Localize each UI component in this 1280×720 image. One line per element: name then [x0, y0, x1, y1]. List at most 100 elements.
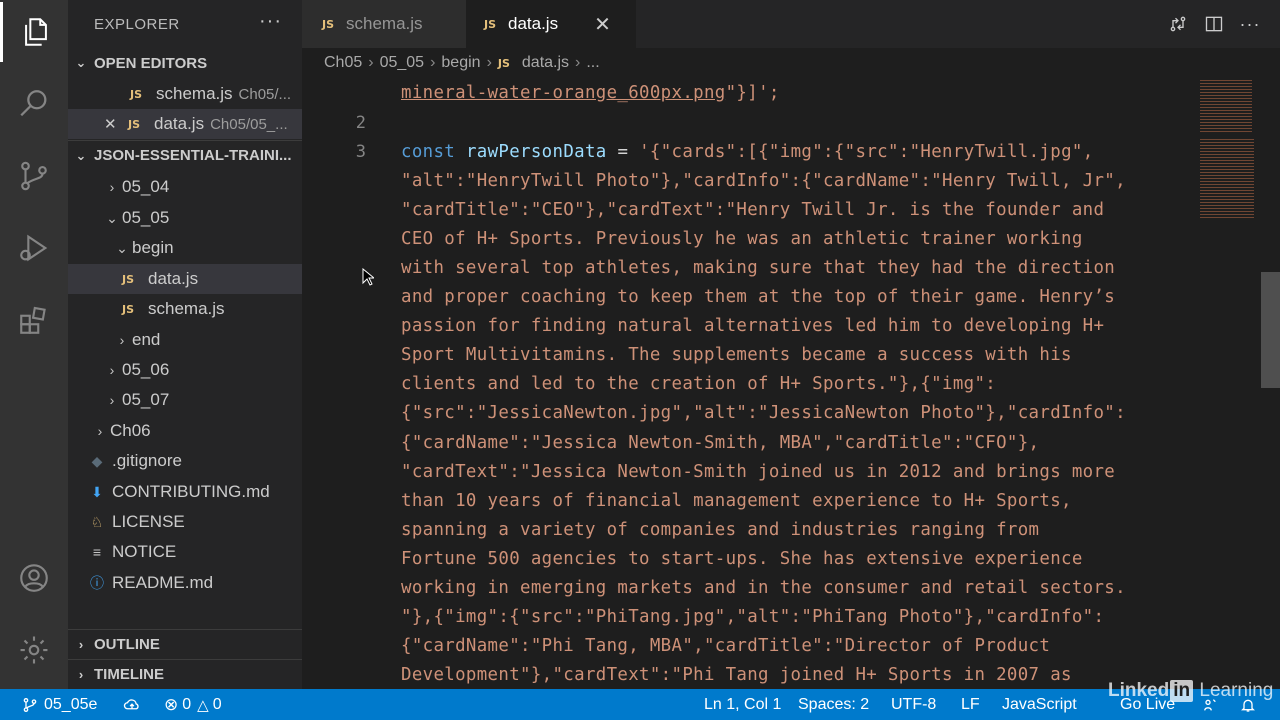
- js-file-icon: JS: [322, 17, 335, 31]
- tree-item-05-04[interactable]: › 05_04: [68, 172, 302, 202]
- tab-data-js[interactable]: JS data.js ✕: [466, 0, 636, 48]
- breadcrumb-item[interactable]: Ch05: [324, 54, 362, 72]
- language-mode[interactable]: JavaScript: [1002, 689, 1077, 720]
- branch-status[interactable]: 05_05e: [22, 689, 97, 720]
- tree-item-schema-js[interactable]: JS schema.js: [68, 294, 302, 324]
- code-string-link[interactable]: mineral-water-orange_600px.png: [401, 83, 726, 103]
- chevron-down-icon: ⌄: [75, 147, 87, 163]
- code-line: passion for finding natural alternatives…: [401, 316, 1105, 336]
- code-line: Development"},"cardText":"Phi Tang joine…: [401, 665, 1072, 685]
- code-line: working in emerging markets and in the c…: [401, 578, 1126, 598]
- minimap-code-block: [1200, 80, 1252, 132]
- chevron-right-icon: ›: [119, 332, 125, 348]
- tree-item-data-js[interactable]: JS data.js: [68, 264, 302, 294]
- close-icon[interactable]: ✕: [104, 115, 128, 133]
- encoding-status[interactable]: UTF-8: [891, 689, 936, 720]
- tab-schema-js[interactable]: JS schema.js: [302, 0, 466, 48]
- tree-item-license[interactable]: ♘ LICENSE: [68, 507, 302, 537]
- line-number: 3: [355, 142, 366, 162]
- chevron-down-icon: ⌄: [75, 55, 87, 70]
- tree-item-05-06[interactable]: › 05_06: [68, 355, 302, 385]
- chevron-right-icon: ›: [109, 362, 115, 378]
- eol-status[interactable]: LF: [961, 689, 980, 720]
- sync-icon[interactable]: [122, 689, 142, 720]
- outline-header[interactable]: › OUTLINE: [68, 629, 302, 659]
- code-line: clients and led to the creation of H+ Sp…: [401, 374, 997, 394]
- explorer-sidebar: EXPLORER ··· ⌄ OPEN EDITORS JS schema.js…: [68, 0, 302, 689]
- chevron-right-icon: ›: [78, 637, 84, 652]
- breadcrumb-item[interactable]: begin: [441, 54, 480, 72]
- source-control-icon[interactable]: [0, 146, 68, 206]
- tree-item-contributing[interactable]: ⬇ CONTRIBUTING.md: [68, 477, 302, 507]
- explorer-icon[interactable]: [0, 2, 68, 62]
- code-line: mineral-water-orange_600px.png"}]';: [401, 83, 780, 103]
- search-icon[interactable]: [0, 74, 68, 134]
- git-branch-icon: [23, 697, 37, 712]
- tree-item-label: 05_06: [122, 360, 170, 379]
- tree-item-gitignore[interactable]: ◆ .gitignore: [68, 446, 302, 476]
- code-line: CEO of H+ Sports. Previously he was an a…: [401, 229, 1083, 249]
- minimap-code-block: [1200, 138, 1254, 218]
- split-editor-icon[interactable]: [1202, 12, 1226, 36]
- more-actions-icon[interactable]: ···: [259, 10, 282, 33]
- js-file-icon: JS: [484, 17, 497, 31]
- tree-item-label: CONTRIBUTING.md: [112, 482, 270, 501]
- breadcrumb-item[interactable]: data.js: [522, 54, 569, 72]
- tree-item-label: Ch06: [110, 421, 151, 440]
- git-file-icon: ◆: [91, 452, 103, 469]
- chevron-right-icon: ›: [430, 54, 436, 71]
- chevron-right-icon: ›: [575, 54, 581, 71]
- open-editors-header[interactable]: ⌄ OPEN EDITORS: [68, 48, 302, 78]
- vertical-scrollbar[interactable]: [1261, 78, 1280, 689]
- tree-item-label: .gitignore: [112, 451, 182, 470]
- close-icon[interactable]: ✕: [594, 12, 611, 37]
- tree-item-05-07[interactable]: › 05_07: [68, 385, 302, 415]
- breadcrumb-item[interactable]: 05_05: [380, 54, 425, 72]
- js-file-icon: JS: [122, 302, 135, 316]
- breadcrumb-item[interactable]: ...: [586, 54, 599, 72]
- code-line: "cardTitle":"CEO"},"cardText":"Henry Twi…: [401, 200, 1105, 220]
- tab-label: schema.js: [346, 14, 423, 33]
- tree-item-05-05[interactable]: ⌄ 05_05: [68, 203, 302, 233]
- info-icon: ⓘ: [90, 575, 104, 591]
- code-keyword: const: [401, 142, 456, 162]
- tree-item-ch06[interactable]: › Ch06: [68, 416, 302, 446]
- code-line: "alt":"HenryTwill Photo"},"cardInfo":{"c…: [401, 171, 1126, 191]
- code-editor[interactable]: 2 3 mineral-water-orange_600px.png"}]'; …: [302, 78, 1198, 689]
- account-icon[interactable]: [0, 548, 68, 608]
- tree-item-end[interactable]: › end: [68, 325, 302, 355]
- tree-item-notice[interactable]: ≡ NOTICE: [68, 537, 302, 567]
- code-line: {"cardName":"Jessica Newton-Smith, MBA",…: [401, 433, 1040, 453]
- markdown-download-icon: ⬇: [91, 483, 103, 500]
- settings-gear-icon[interactable]: [0, 620, 68, 680]
- js-file-icon: JS: [130, 87, 143, 101]
- mouse-pointer-icon: [362, 268, 374, 286]
- timeline-header[interactable]: › TIMELINE: [68, 659, 302, 689]
- workspace-header[interactable]: ⌄ JSON-ESSENTIAL-TRAINI...: [68, 140, 302, 170]
- code-string: "}]';: [725, 83, 780, 103]
- extensions-icon[interactable]: [0, 290, 68, 350]
- code-line: {"src":"JessicaNewton.jpg","alt":"Jessic…: [401, 403, 1126, 423]
- js-file-icon: JS: [128, 117, 141, 131]
- tree-item-begin[interactable]: ⌄ begin: [68, 233, 302, 263]
- problems-status[interactable]: ⊗ 0 △ 0: [164, 689, 222, 720]
- indentation-status[interactable]: Spaces: 2: [798, 689, 869, 720]
- open-editor-item-data[interactable]: ✕ JS data.js Ch05/05_...: [68, 109, 302, 139]
- cursor-position[interactable]: Ln 1, Col 1: [704, 689, 781, 720]
- tree-item-readme[interactable]: ⓘ README.md: [68, 568, 302, 598]
- scrollbar-thumb[interactable]: [1261, 272, 1280, 388]
- compare-changes-icon[interactable]: [1166, 12, 1190, 36]
- minimap[interactable]: [1198, 78, 1258, 689]
- code-line: spanning a variety of companies and indu…: [401, 520, 1040, 540]
- code-line: with several top athletes, making sure t…: [401, 258, 1116, 278]
- tree-item-label: begin: [132, 238, 174, 257]
- status-bar: 05_05e ⊗ 0 △ 0 Ln 1, Col 1 Spaces: 2 UTF…: [0, 689, 1280, 720]
- chevron-down-icon: ⌄: [116, 239, 128, 256]
- line-number: 2: [355, 113, 366, 133]
- open-editor-path: Ch05/05_...: [210, 115, 288, 133]
- more-actions-icon[interactable]: ···: [1238, 12, 1262, 36]
- open-editor-item-schema[interactable]: JS schema.js Ch05/...: [68, 79, 302, 109]
- code-line: than 10 years of financial management ex…: [401, 491, 1072, 511]
- run-debug-icon[interactable]: [0, 218, 68, 278]
- js-file-icon: JS: [122, 272, 135, 286]
